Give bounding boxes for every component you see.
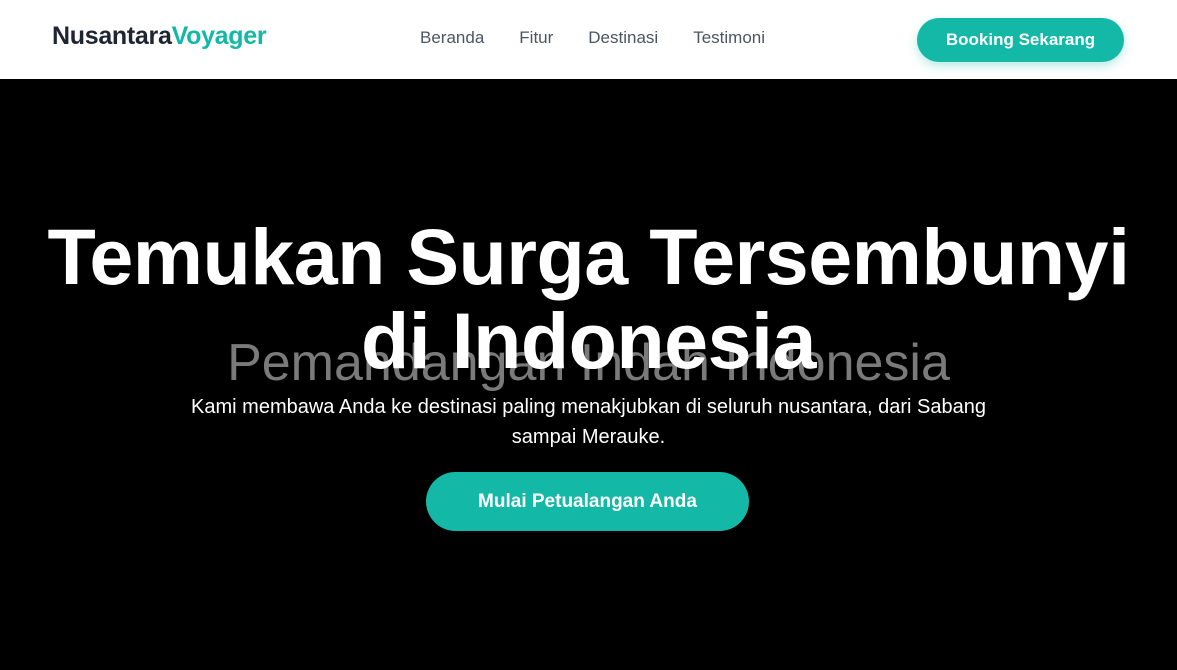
hero-title: Temukan Surga Tersembunyi di Indonesia xyxy=(0,215,1177,383)
main-nav: Beranda Fitur Destinasi Testimoni xyxy=(420,28,765,48)
hero-title-line-1: Temukan Surga Tersembunyi xyxy=(47,212,1130,301)
logo-text-primary: Nusantara xyxy=(52,22,172,50)
nav-link-fitur[interactable]: Fitur xyxy=(519,28,553,48)
booking-now-button[interactable]: Booking Sekarang xyxy=(917,18,1124,62)
hero-title-line-2: di Indonesia xyxy=(361,296,816,385)
logo-text-accent: Voyager xyxy=(171,22,267,50)
start-adventure-button[interactable]: Mulai Petualangan Anda xyxy=(426,472,749,531)
hero-subtitle: Kami membawa Anda ke destinasi paling me… xyxy=(191,396,986,448)
nav-link-destinasi[interactable]: Destinasi xyxy=(588,28,658,48)
site-logo[interactable]: NusantaraVoyager xyxy=(52,22,267,51)
nav-link-testimoni[interactable]: Testimoni xyxy=(693,28,765,48)
nav-link-beranda[interactable]: Beranda xyxy=(420,28,484,48)
navbar: NusantaraVoyager Beranda Fitur Destinasi… xyxy=(0,0,1177,79)
hero-section: Pemandangan Indah Indonesia Temukan Surg… xyxy=(0,79,1177,670)
